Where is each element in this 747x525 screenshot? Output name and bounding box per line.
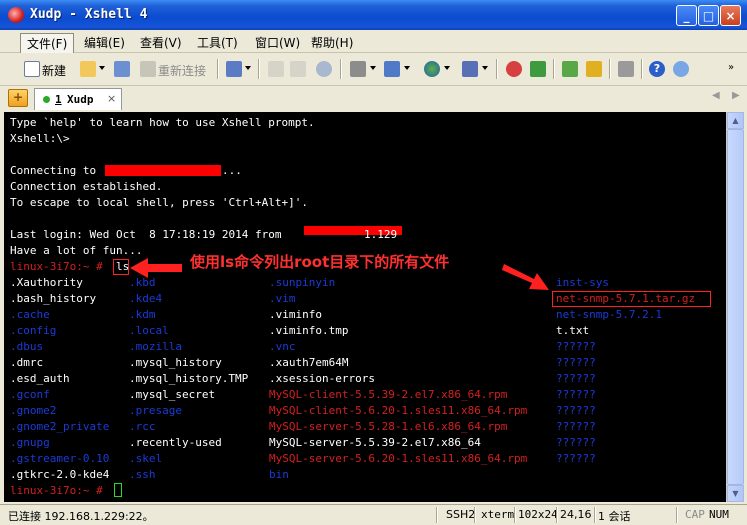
status-sessions: 1 会话: [598, 510, 631, 523]
status-separator: [436, 507, 438, 523]
open-dropdown-icon[interactable]: [99, 66, 105, 70]
xftp-icon[interactable]: [506, 61, 522, 77]
annotation-arrows: [130, 258, 549, 290]
print-dropdown-icon[interactable]: [370, 66, 376, 70]
open-folder-icon[interactable]: [80, 61, 96, 77]
paste-icon[interactable]: [290, 61, 306, 77]
arrow-left-icon: [130, 258, 182, 278]
layout-icon[interactable]: [562, 61, 578, 77]
font-dropdown-icon[interactable]: [482, 66, 488, 70]
transfer-dropdown-icon[interactable]: [404, 66, 410, 70]
toolbar-separator: [553, 59, 555, 79]
reconnect-icon: [140, 61, 156, 77]
maximize-button[interactable]: □: [698, 5, 719, 26]
window-title: Xudp - Xshell 4: [30, 7, 148, 22]
status-caps: CAP: [685, 508, 705, 521]
properties-icon[interactable]: [226, 61, 242, 77]
new-session-icon: [24, 61, 40, 77]
status-term: xterm: [481, 508, 515, 521]
minimize-button[interactable]: _: [676, 5, 697, 26]
status-protocol: SSH2: [446, 508, 476, 521]
toolbar-separator: [641, 59, 643, 79]
status-separator: [514, 507, 516, 523]
toolbar-separator: [609, 59, 611, 79]
terminal-view[interactable]: Type `help' to learn how to use Xshell p…: [4, 112, 726, 502]
tab-number: 1: [55, 93, 62, 106]
connection-status: 已连接 192.168.1.229:22。: [8, 510, 154, 523]
lock-icon[interactable]: [586, 61, 602, 77]
vertical-scrollbar[interactable]: ▲ ▼: [726, 112, 744, 502]
toolbar-separator: [217, 59, 219, 79]
new-session-button[interactable]: 新建: [42, 62, 66, 79]
title-bar[interactable]: Xudp - Xshell 4 _ □ ×: [0, 0, 747, 30]
help-icon[interactable]: ?: [649, 61, 665, 77]
xshell-window: Xudp - Xshell 4 _ □ × 文件(F) 编辑(E) 查看(V) …: [0, 0, 747, 525]
script-icon[interactable]: [530, 61, 546, 77]
status-cursor: 24,16: [560, 508, 592, 521]
tab-scroll-left-icon[interactable]: ◀: [712, 90, 720, 101]
menu-tools[interactable]: 工具(T): [191, 33, 244, 52]
tab-bar: + 1 Xudp × ◀ ▶: [0, 86, 747, 110]
chat-icon[interactable]: [673, 61, 689, 77]
menu-view[interactable]: 查看(V): [134, 33, 188, 52]
tab-close-icon[interactable]: ×: [107, 92, 116, 105]
menu-file[interactable]: 文件(F): [20, 33, 75, 54]
toolbar-separator: [340, 59, 342, 79]
font-icon[interactable]: [462, 61, 478, 77]
keyboard-icon[interactable]: [618, 61, 634, 77]
transfer-icon[interactable]: [384, 61, 400, 77]
toolbar-overflow-icon[interactable]: »: [728, 62, 734, 73]
menu-edit[interactable]: 编辑(E): [78, 33, 131, 52]
tab-xudp[interactable]: 1 Xudp ×: [34, 88, 122, 110]
connected-status-icon: [43, 96, 50, 103]
toolbar-separator: [496, 59, 498, 79]
close-button[interactable]: ×: [720, 5, 741, 26]
status-separator: [474, 507, 476, 523]
status-num: NUM: [709, 508, 729, 521]
toolbar: 新建 重新连接 ? »: [0, 53, 747, 86]
status-size: 102x24: [518, 508, 558, 521]
connect-icon[interactable]: [114, 61, 130, 77]
scroll-thumb[interactable]: [727, 129, 744, 485]
find-icon[interactable]: [316, 61, 332, 77]
status-separator: [556, 507, 558, 523]
status-separator: [676, 507, 678, 523]
menu-window[interactable]: 窗口(W): [249, 33, 306, 52]
globe-dropdown-icon[interactable]: [444, 66, 450, 70]
reconnect-button[interactable]: 重新连接: [158, 62, 206, 79]
xshell-app-icon: [8, 7, 24, 23]
arrow-down-right-icon: [502, 264, 549, 290]
status-separator: [594, 507, 596, 523]
menu-bar: 文件(F) 编辑(E) 查看(V) 工具(T) 窗口(W) 帮助(H): [0, 30, 747, 54]
add-tab-button[interactable]: +: [8, 89, 28, 107]
toolbar-separator: [258, 59, 260, 79]
globe-icon[interactable]: [424, 61, 440, 77]
properties-dropdown-icon[interactable]: [245, 66, 251, 70]
scroll-down-button[interactable]: ▼: [727, 485, 744, 502]
status-bar: 已连接 192.168.1.229:22。 SSH2 xterm 102x24 …: [0, 504, 747, 525]
tab-label: Xudp: [67, 93, 94, 106]
copy-icon[interactable]: [268, 61, 284, 77]
print-icon[interactable]: [350, 61, 366, 77]
scroll-up-button[interactable]: ▲: [727, 112, 744, 129]
tab-scroll-right-icon[interactable]: ▶: [732, 90, 740, 101]
menu-help[interactable]: 帮助(H): [305, 33, 359, 52]
